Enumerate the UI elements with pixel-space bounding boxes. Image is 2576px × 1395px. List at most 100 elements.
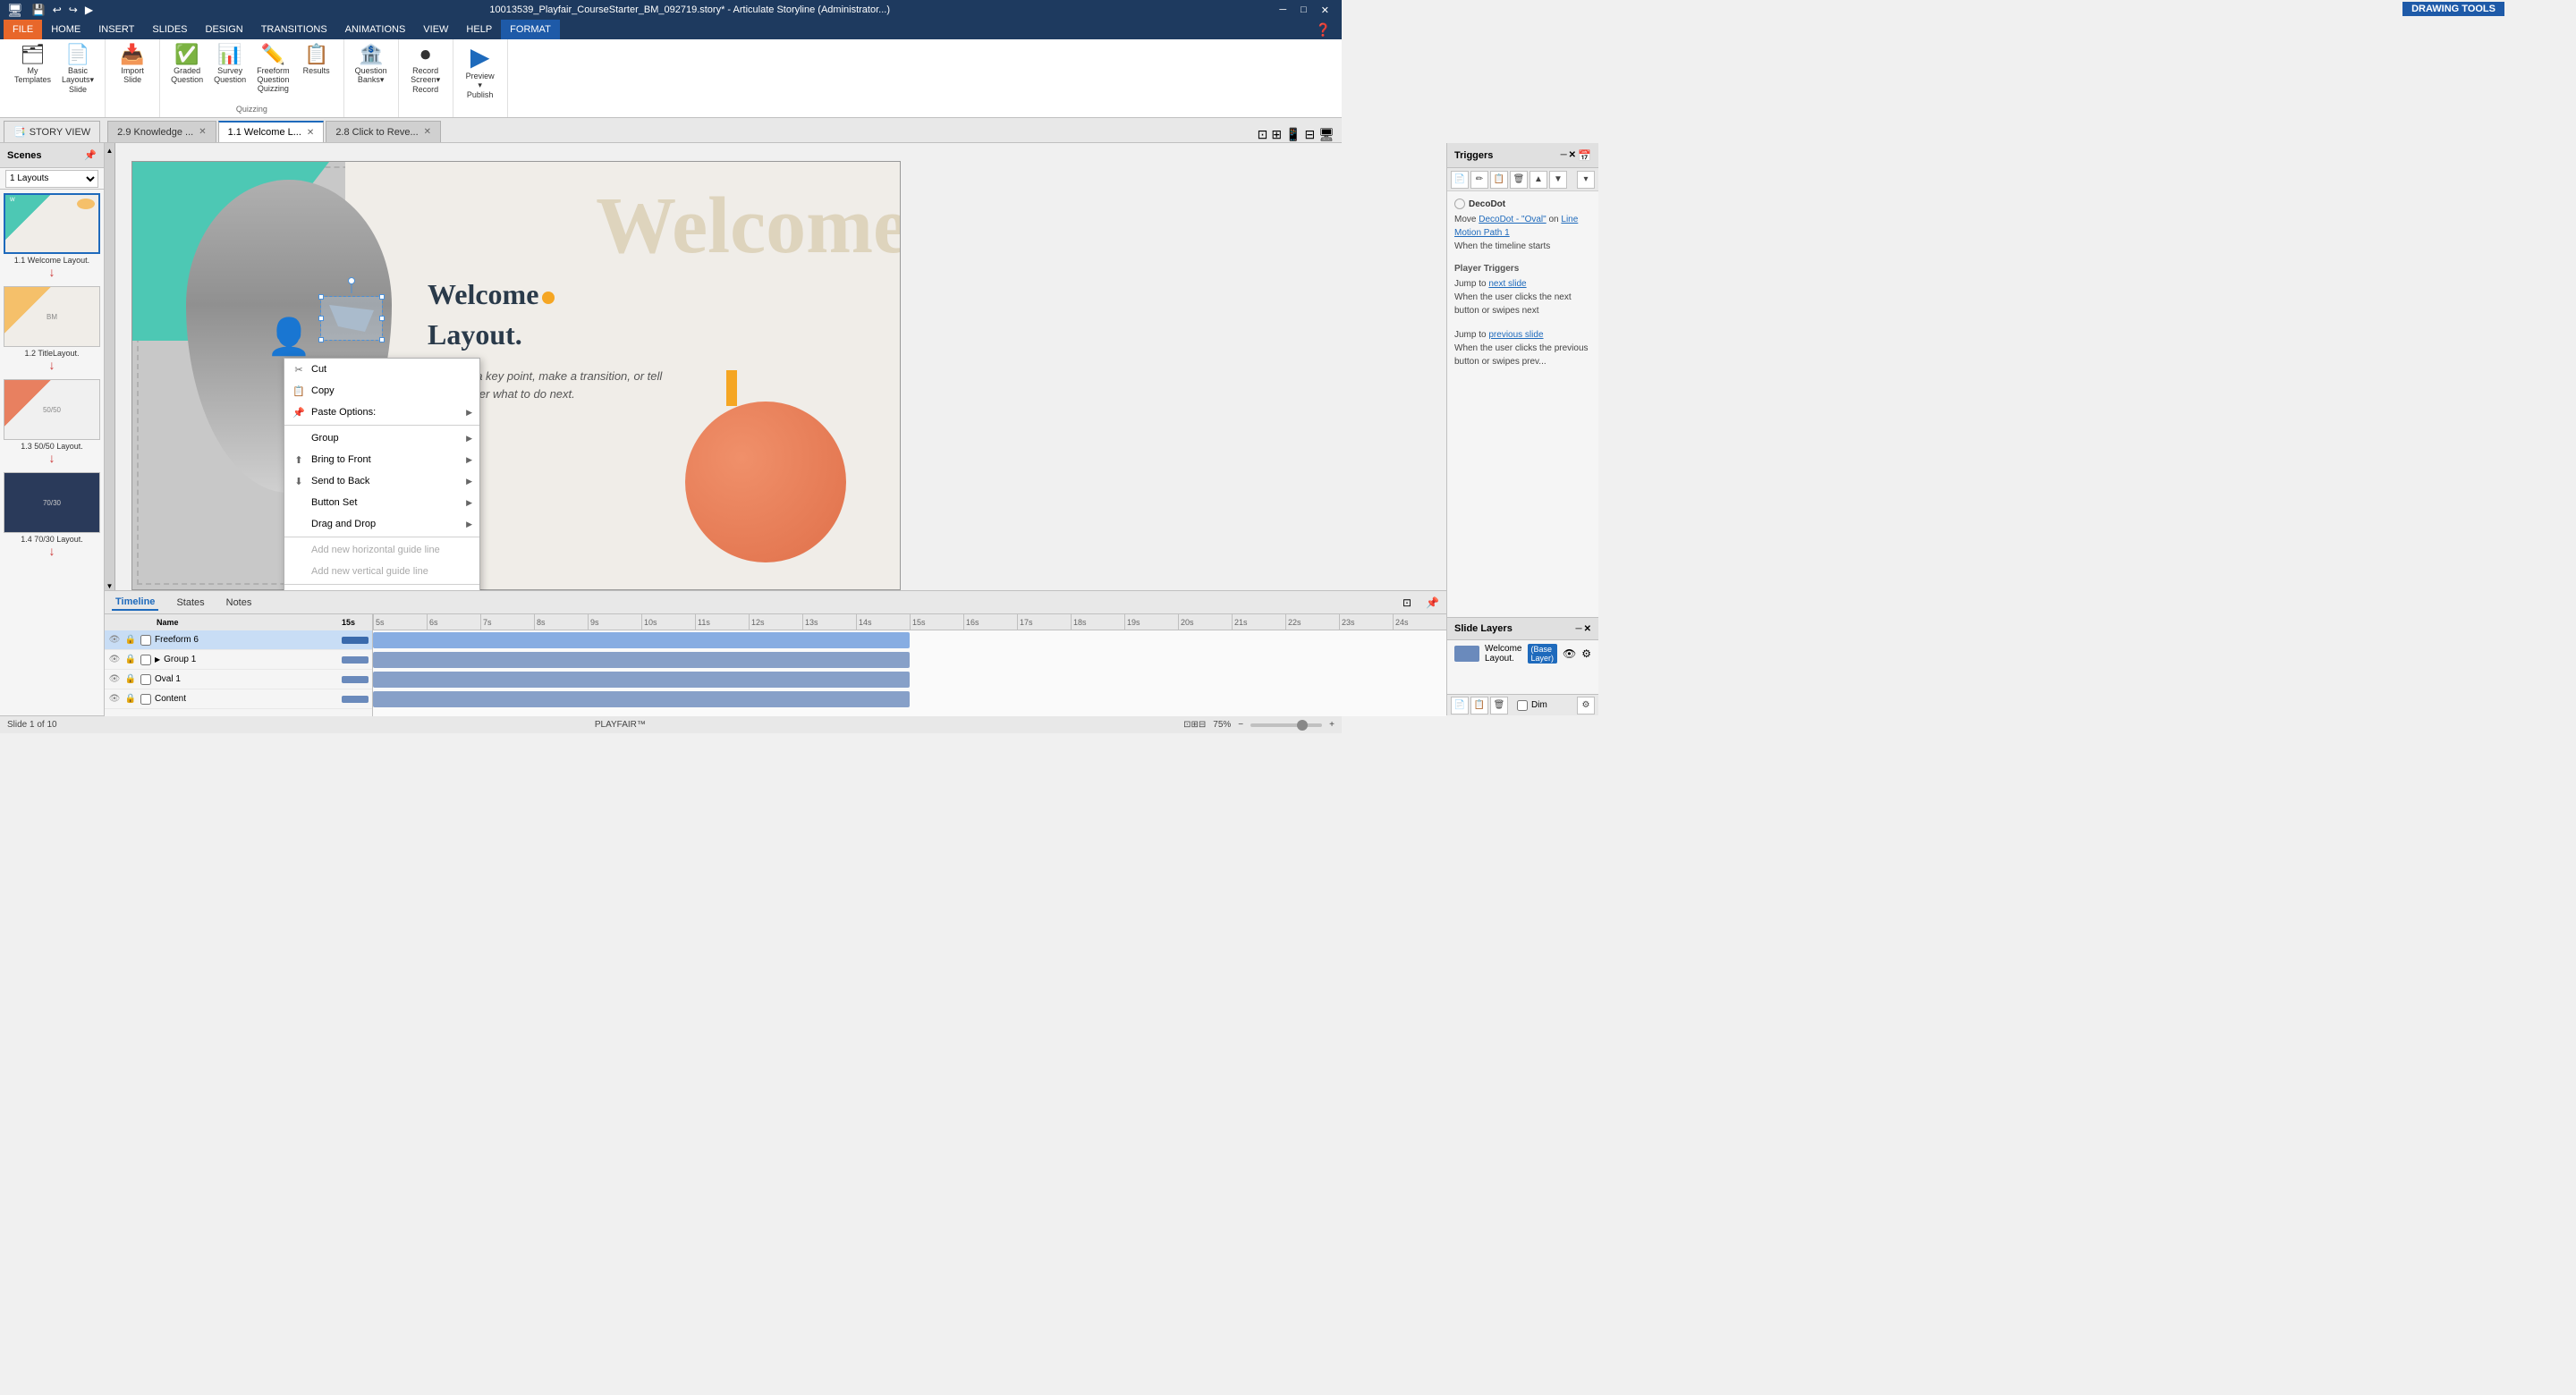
eye-icon-oval1[interactable]: 👁 bbox=[108, 674, 121, 684]
help-icon[interactable]: ❓ bbox=[1309, 22, 1338, 38]
timeline-row-freeform6[interactable]: 👁 🔒 Freeform 6 bbox=[105, 630, 372, 650]
ctx-bring-to-front[interactable]: ⬆ Bring to Front ▶ bbox=[284, 449, 479, 470]
minimize-button[interactable]: ─ bbox=[1274, 4, 1292, 16]
preview-quick-btn[interactable]: ▶ bbox=[83, 4, 95, 16]
my-templates-button[interactable]: 🗂 MyTemplates bbox=[11, 43, 55, 86]
layers-close-icon[interactable]: ✕ bbox=[1584, 624, 1591, 634]
view-dual-icon[interactable]: ⊟ bbox=[1304, 127, 1315, 142]
menu-home[interactable]: HOME bbox=[42, 20, 89, 39]
zoom-in-btn[interactable]: + bbox=[1329, 720, 1335, 730]
undo-button[interactable]: ↩ bbox=[51, 4, 64, 16]
slide-item-4[interactable]: 70/30 1.4 70/30 Layout. ↓ bbox=[4, 472, 100, 558]
scenes-pin-icon[interactable]: 📌 bbox=[84, 149, 97, 161]
save-button[interactable]: 💾 bbox=[30, 4, 47, 16]
group1-expand-icon[interactable]: ▶ bbox=[155, 655, 160, 664]
slide-item-1[interactable]: W 1.1 Welcome Layout. ↓ bbox=[4, 193, 100, 279]
menu-design[interactable]: DESIGN bbox=[197, 20, 252, 39]
layer-new-icon[interactable]: 📄 bbox=[1451, 697, 1469, 714]
dim-checkbox[interactable] bbox=[1517, 700, 1528, 711]
lock-icon-group1[interactable]: 🔒 bbox=[124, 655, 137, 664]
track-content[interactable] bbox=[373, 691, 910, 707]
tab-click-to-reveal[interactable]: 2.8 Click to Reve... ✕ bbox=[326, 121, 441, 142]
slide-thumb-3[interactable]: 50/50 bbox=[4, 379, 100, 440]
ctx-drag-drop[interactable]: Drag and Drop ▶ bbox=[284, 513, 479, 535]
menu-insert[interactable]: INSERT bbox=[89, 20, 143, 39]
menu-file[interactable]: FILE bbox=[4, 20, 42, 39]
timeline-row-content[interactable]: 👁 🔒 Content bbox=[105, 689, 372, 709]
check-oval1[interactable] bbox=[140, 674, 151, 685]
triggers-minimize-icon[interactable]: ─ bbox=[1561, 150, 1567, 160]
close-tab-welcome[interactable]: ✕ bbox=[307, 128, 314, 138]
ctx-copy[interactable]: 📋 Copy bbox=[284, 380, 479, 402]
check-content[interactable] bbox=[140, 694, 151, 705]
menu-transitions[interactable]: TRANSITIONS bbox=[252, 20, 336, 39]
slide-item-3[interactable]: 50/50 1.3 50/50 Layout. ↓ bbox=[4, 379, 100, 465]
ctx-edit-text[interactable]: ✏ Edit Text bbox=[284, 587, 479, 590]
slide-item-2[interactable]: BM 1.2 TitleLayout. ↓ bbox=[4, 286, 100, 372]
slide-canvas[interactable]: Welcome 👤 bbox=[131, 161, 901, 590]
results-button[interactable]: 📋 Results bbox=[297, 43, 336, 77]
menu-animations[interactable]: ANIMATIONS bbox=[336, 20, 415, 39]
freeform-selection[interactable] bbox=[320, 296, 383, 341]
menu-view[interactable]: VIEW bbox=[414, 20, 457, 39]
redo-button[interactable]: ↪ bbox=[67, 4, 80, 16]
trigger-target-link[interactable]: DecoDot - "Oval" bbox=[1479, 215, 1546, 224]
timeline-pin-icon[interactable]: 📌 bbox=[1426, 596, 1439, 609]
close-tab-knowledge[interactable]: ✕ bbox=[199, 127, 206, 137]
menu-help[interactable]: HELP bbox=[457, 20, 501, 39]
maximize-button[interactable]: □ bbox=[1295, 4, 1312, 16]
track-freeform6[interactable] bbox=[373, 632, 910, 648]
scroll-up-button[interactable]: ▲ bbox=[106, 147, 114, 155]
layer-settings-icon[interactable]: ⚙ bbox=[1581, 647, 1591, 660]
layouts-dropdown[interactable]: 1 Layouts bbox=[5, 170, 98, 188]
ctx-button-set[interactable]: Button Set ▶ bbox=[284, 492, 479, 513]
trigger-copy-icon[interactable]: 📋 bbox=[1490, 171, 1508, 189]
layer-eye-icon[interactable]: 👁 bbox=[1563, 647, 1576, 660]
track-oval1[interactable] bbox=[373, 672, 910, 688]
check-freeform6[interactable] bbox=[140, 635, 151, 646]
tab-timeline[interactable]: Timeline bbox=[112, 595, 158, 611]
triggers-close-icon[interactable]: ✕ bbox=[1569, 150, 1576, 160]
record-screen-button[interactable]: ⏺ RecordScreen▾Record bbox=[406, 43, 445, 96]
basic-layouts-button[interactable]: 📄 BasicLayouts▾Slide bbox=[58, 43, 97, 96]
view-wide-icon[interactable]: 🖥 bbox=[1318, 127, 1335, 142]
trigger-down-icon[interactable]: ▼ bbox=[1549, 171, 1567, 189]
slide-thumb-1[interactable]: W bbox=[4, 193, 100, 254]
ctx-group[interactable]: Group ▶ bbox=[284, 427, 479, 449]
close-button[interactable]: ✕ bbox=[1316, 4, 1335, 16]
ctx-paste-options[interactable]: 📌 Paste Options: ▶ bbox=[284, 402, 479, 423]
next-slide-link[interactable]: next slide bbox=[1488, 279, 1526, 289]
slide-thumb-2[interactable]: BM bbox=[4, 286, 100, 347]
timeline-row-group1[interactable]: 👁 🔒 ▶ Group 1 bbox=[105, 650, 372, 670]
trigger-delete-icon[interactable]: 🗑 bbox=[1510, 171, 1528, 189]
lock-icon-oval1[interactable]: 🔒 bbox=[124, 674, 137, 684]
trigger-edit-icon[interactable]: ✏ bbox=[1470, 171, 1488, 189]
freeform-question-button[interactable]: ✏️ FreeformQuestionQuizzing bbox=[253, 43, 293, 95]
trigger-up-icon[interactable]: ▲ bbox=[1530, 171, 1547, 189]
graded-question-button[interactable]: ✅ GradedQuestion bbox=[167, 43, 207, 86]
eye-icon-group1[interactable]: 👁 bbox=[108, 655, 121, 664]
eye-icon-freeform6[interactable]: 👁 bbox=[108, 635, 121, 645]
layer-delete-icon[interactable]: 🗑 bbox=[1490, 697, 1508, 714]
layer-settings-btn[interactable]: ⚙ bbox=[1577, 697, 1595, 714]
slide-thumb-4[interactable]: 70/30 bbox=[4, 472, 100, 533]
question-banks-button[interactable]: 🏦 QuestionBanks▾ bbox=[352, 43, 391, 87]
track-group1[interactable] bbox=[373, 652, 910, 668]
slide-orange-circle[interactable] bbox=[685, 402, 846, 562]
scroll-down-button[interactable]: ▼ bbox=[106, 582, 114, 590]
view-mobile-icon[interactable]: 📱 bbox=[1285, 127, 1301, 142]
survey-question-button[interactable]: 📊 SurveyQuestion bbox=[210, 43, 250, 86]
eye-icon-content[interactable]: 👁 bbox=[108, 694, 121, 704]
view-fit-icon[interactable]: ⊞ bbox=[1271, 127, 1282, 142]
trigger-new-icon[interactable]: 📄 bbox=[1451, 171, 1469, 189]
close-tab-click[interactable]: ✕ bbox=[424, 127, 431, 137]
trigger-more-icon[interactable]: ▾ bbox=[1577, 171, 1595, 189]
tab-states[interactable]: States bbox=[173, 596, 208, 610]
menu-format[interactable]: FORMAT bbox=[501, 20, 560, 39]
ctx-cut[interactable]: ✂ Cut bbox=[284, 359, 479, 380]
zoom-slider[interactable] bbox=[1250, 723, 1322, 727]
tab-welcome[interactable]: 1.1 Welcome L... ✕ bbox=[218, 121, 325, 142]
view-normal-icon[interactable]: ⊡ bbox=[1258, 127, 1268, 142]
timeline-row-oval1[interactable]: 👁 🔒 Oval 1 bbox=[105, 670, 372, 689]
tab-knowledge[interactable]: 2.9 Knowledge ... ✕ bbox=[107, 121, 216, 142]
